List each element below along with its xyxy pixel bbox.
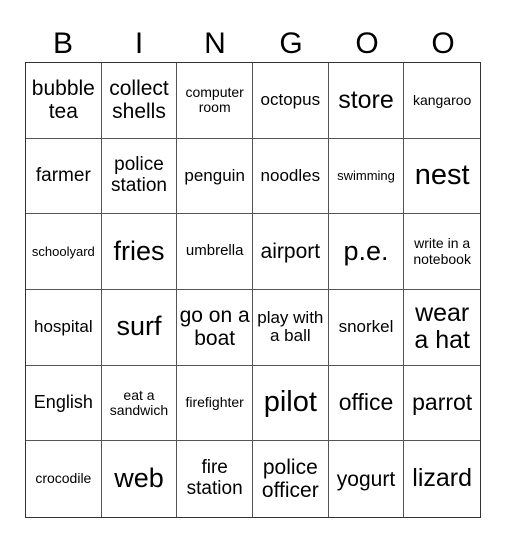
bingo-cell[interactable]: kangaroo — [404, 63, 480, 139]
bingo-cell[interactable]: octopus — [252, 63, 329, 139]
bingo-cell[interactable]: collect shells — [101, 63, 178, 139]
bingo-cell[interactable]: police officer — [253, 441, 329, 517]
header-letter: G — [279, 27, 303, 60]
bingo-cell[interactable]: police station — [101, 138, 178, 215]
bingo-cell[interactable]: bubble tea — [26, 63, 102, 139]
bingo-header: B I N G O O — [25, 26, 481, 62]
header-letter: O — [431, 27, 455, 60]
header-letter: B — [52, 27, 73, 60]
bingo-cell[interactable]: penguin — [177, 138, 253, 215]
bingo-cell[interactable]: surf — [101, 289, 178, 366]
header-letter: O — [355, 27, 379, 60]
bingo-cell[interactable]: play with a ball — [252, 289, 329, 366]
header-letter: N — [204, 27, 226, 60]
bingo-cell[interactable]: office — [328, 365, 405, 442]
bingo-grid: bubble tea collect shells computer room … — [25, 62, 481, 518]
bingo-cell[interactable]: swimming — [328, 138, 405, 215]
bingo-cell[interactable]: web — [102, 441, 178, 517]
bingo-cell[interactable]: crocodile — [26, 441, 102, 517]
bingo-cell[interactable]: eat a sandwich — [101, 365, 178, 442]
bingo-cell[interactable]: schoolyard — [26, 214, 102, 290]
bingo-cell[interactable]: English — [26, 365, 102, 442]
bingo-cell[interactable]: hospital — [26, 289, 102, 366]
bingo-cell[interactable]: store — [328, 63, 405, 139]
bingo-cell[interactable]: umbrella — [177, 214, 253, 290]
bingo-cell[interactable]: firefighter — [177, 365, 253, 442]
bingo-cell[interactable]: fire station — [177, 441, 253, 517]
bingo-cell[interactable]: lizard — [404, 441, 480, 517]
bingo-cell[interactable]: parrot — [404, 366, 480, 442]
bingo-cell[interactable]: pilot — [252, 365, 329, 442]
bingo-cell[interactable]: yogurt — [329, 441, 405, 517]
bingo-cell[interactable]: write in a notebook — [404, 214, 480, 290]
bingo-cell[interactable]: go on a boat — [177, 289, 253, 366]
bingo-cell[interactable]: wear a hat — [404, 290, 480, 366]
bingo-cell[interactable]: snorkel — [328, 289, 405, 366]
bingo-cell[interactable]: fries — [101, 214, 178, 290]
bingo-cell[interactable]: nest — [404, 139, 480, 215]
bingo-cell[interactable]: noodles — [252, 138, 329, 215]
bingo-cell[interactable]: p.e. — [328, 214, 405, 290]
bingo-cell[interactable]: computer room — [177, 63, 253, 139]
bingo-cell[interactable]: airport — [252, 214, 329, 290]
header-letter: I — [134, 27, 144, 60]
bingo-cell[interactable]: farmer — [26, 138, 102, 215]
